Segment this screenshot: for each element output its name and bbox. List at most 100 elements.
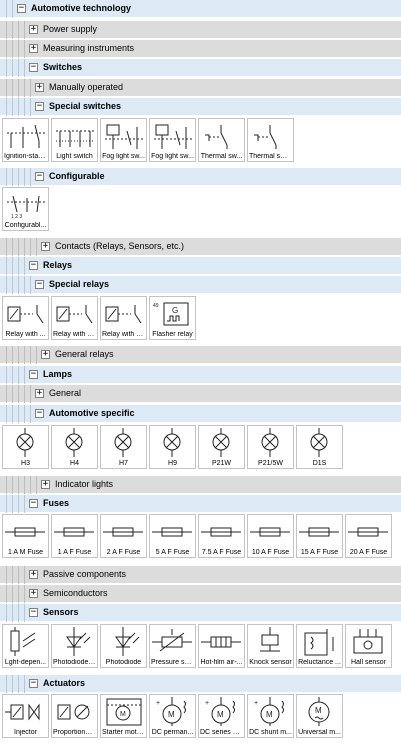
component-tile[interactable]: D1S — [296, 425, 343, 469]
component-tile[interactable]: Fog light sw... — [100, 118, 147, 162]
tree-node-special-switches[interactable]: − Special switches — [0, 98, 401, 116]
component-tile[interactable]: M + DC shunt m... — [247, 694, 294, 738]
component-tile[interactable]: M + DC series m... — [198, 694, 245, 738]
component-tile[interactable]: 1 A M Fuse — [2, 514, 49, 558]
collapse-icon[interactable]: − — [29, 63, 38, 72]
component-tile[interactable]: 1 A F Fuse — [51, 514, 98, 558]
tree-node-automotive[interactable]: − Automotive technology — [0, 0, 401, 18]
component-caption: DC shunt m... — [249, 729, 292, 736]
tree-indent-guide — [19, 675, 25, 693]
expand-icon[interactable]: + — [35, 83, 44, 92]
expand-icon[interactable]: + — [29, 570, 38, 579]
expand-icon[interactable]: + — [29, 589, 38, 598]
component-tile[interactable]: Relay with b... — [51, 296, 98, 340]
collapse-icon[interactable]: − — [17, 4, 26, 13]
collapse-icon[interactable]: − — [29, 370, 38, 379]
tree-node-measuring[interactable]: + Measuring instruments — [0, 40, 401, 58]
flasher-relay-icon: G 49 — [153, 302, 189, 326]
component-tile[interactable]: Relay with c... — [100, 296, 147, 340]
component-tile[interactable]: M + DC perman... — [149, 694, 196, 738]
component-tile[interactable]: Ignition-start... — [2, 118, 49, 162]
collapse-icon[interactable]: − — [35, 409, 44, 418]
tree-node-semiconductors[interactable]: + Semiconductors — [0, 585, 401, 603]
component-tile[interactable]: M Starter moto... — [100, 694, 147, 738]
tree-node-fuses[interactable]: − Fuses — [0, 495, 401, 513]
expand-icon[interactable]: + — [29, 44, 38, 53]
configurable-switch-icon: 1 2 3 — [7, 195, 45, 219]
component-tile[interactable]: Hot-film air-... — [198, 624, 245, 668]
collapse-icon[interactable]: − — [29, 608, 38, 617]
expand-icon[interactable]: + — [41, 242, 50, 251]
collapse-icon[interactable]: − — [29, 261, 38, 270]
component-tile[interactable]: 1 2 3 Configurabl... — [2, 187, 49, 231]
svg-text:+: + — [205, 700, 209, 707]
component-caption: Thermal swi... — [249, 153, 292, 160]
starter-motor-icon: M — [106, 698, 142, 726]
expand-icon[interactable]: + — [29, 25, 38, 34]
thermal-switch-icon — [254, 125, 277, 149]
component-tile[interactable]: H4 — [51, 425, 98, 469]
tree-node-label: Switches — [43, 62, 83, 72]
component-tile[interactable]: P21W — [198, 425, 245, 469]
component-tile[interactable]: Light switch — [51, 118, 98, 162]
tree-node-lamps[interactable]: − Lamps — [0, 366, 401, 384]
tree-node-configurable[interactable]: − Configurable — [0, 168, 401, 186]
collapse-icon[interactable]: − — [35, 280, 44, 289]
tree-node-label: Relays — [43, 260, 73, 270]
component-caption: H9 — [168, 460, 177, 467]
component-tile[interactable]: 2 A F Fuse — [100, 514, 147, 558]
component-tile[interactable]: Lght-depen... — [2, 624, 49, 668]
component-tile[interactable]: Relay with ... — [2, 296, 49, 340]
tree-node-sensors[interactable]: − Sensors — [0, 604, 401, 622]
collapse-icon[interactable]: − — [35, 102, 44, 111]
collapse-icon[interactable]: − — [35, 172, 44, 181]
component-tile[interactable]: Photodiode ... — [51, 624, 98, 668]
component-tile[interactable]: Fog light sw... — [149, 118, 196, 162]
fuse-icon — [5, 527, 45, 537]
component-tile[interactable]: H3 — [2, 425, 49, 469]
tree-node-general[interactable]: + General — [0, 385, 401, 403]
collapse-icon[interactable]: − — [29, 499, 38, 508]
tree-node-automotive-specific[interactable]: − Automotive specific — [0, 405, 401, 423]
component-tile[interactable]: M Universal m... — [296, 694, 343, 738]
expand-icon[interactable]: + — [41, 350, 50, 359]
tree-node-actuators[interactable]: − Actuators — [0, 675, 401, 693]
tree-node-relays[interactable]: − Relays — [0, 257, 401, 275]
component-tile[interactable]: H7 — [100, 425, 147, 469]
component-caption: P21/5W — [258, 460, 283, 467]
component-tile[interactable]: Knock sensor — [247, 624, 294, 668]
component-tile[interactable]: Pressure se... — [149, 624, 196, 668]
tree-node-passive[interactable]: + Passive components — [0, 566, 401, 584]
component-tile[interactable]: Injector — [2, 694, 49, 738]
component-tile[interactable]: 10 A F Fuse — [247, 514, 294, 558]
component-tile[interactable]: Reluctance ... — [296, 624, 343, 668]
tree-node-general-relays[interactable]: + General relays — [0, 346, 401, 364]
component-caption: Thermal sw... — [200, 153, 243, 160]
component-tile[interactable]: Thermal swi... — [247, 118, 294, 162]
component-tile[interactable]: Thermal sw... — [198, 118, 245, 162]
component-tile[interactable]: 7.5 A F Fuse — [198, 514, 245, 558]
component-tile[interactable]: H9 — [149, 425, 196, 469]
collapse-icon[interactable]: − — [29, 679, 38, 688]
component-tile[interactable]: 15 A F Fuse — [296, 514, 343, 558]
tree-node-indicator-lights[interactable]: + Indicator lights — [0, 476, 401, 494]
svg-text:M: M — [120, 711, 126, 718]
component-tile[interactable]: 20 A F Fuse — [345, 514, 392, 558]
svg-text:G: G — [172, 306, 178, 315]
proportional-valve-icon — [57, 704, 90, 720]
svg-text:M: M — [315, 706, 322, 715]
tree-node-contacts[interactable]: + Contacts (Relays, Sensors, etc.) — [0, 238, 401, 256]
pressure-sensor-icon — [152, 629, 192, 652]
component-tile[interactable]: Proportional... — [51, 694, 98, 738]
expand-icon[interactable]: + — [35, 389, 44, 398]
component-tile[interactable]: G 49 Flasher relay — [149, 296, 196, 340]
tree-node-power-supply[interactable]: + Power supply — [0, 21, 401, 39]
component-tile[interactable]: P21/5W — [247, 425, 294, 469]
component-tile[interactable]: Photodiode — [100, 624, 147, 668]
tree-node-switches[interactable]: − Switches — [0, 59, 401, 77]
component-tile[interactable]: 5 A F Fuse — [149, 514, 196, 558]
tree-node-manually-operated[interactable]: + Manually operated — [0, 79, 401, 97]
tree-node-special-relays[interactable]: − Special relays — [0, 276, 401, 294]
expand-icon[interactable]: + — [41, 480, 50, 489]
component-tile[interactable]: Hall sensor — [345, 624, 392, 668]
